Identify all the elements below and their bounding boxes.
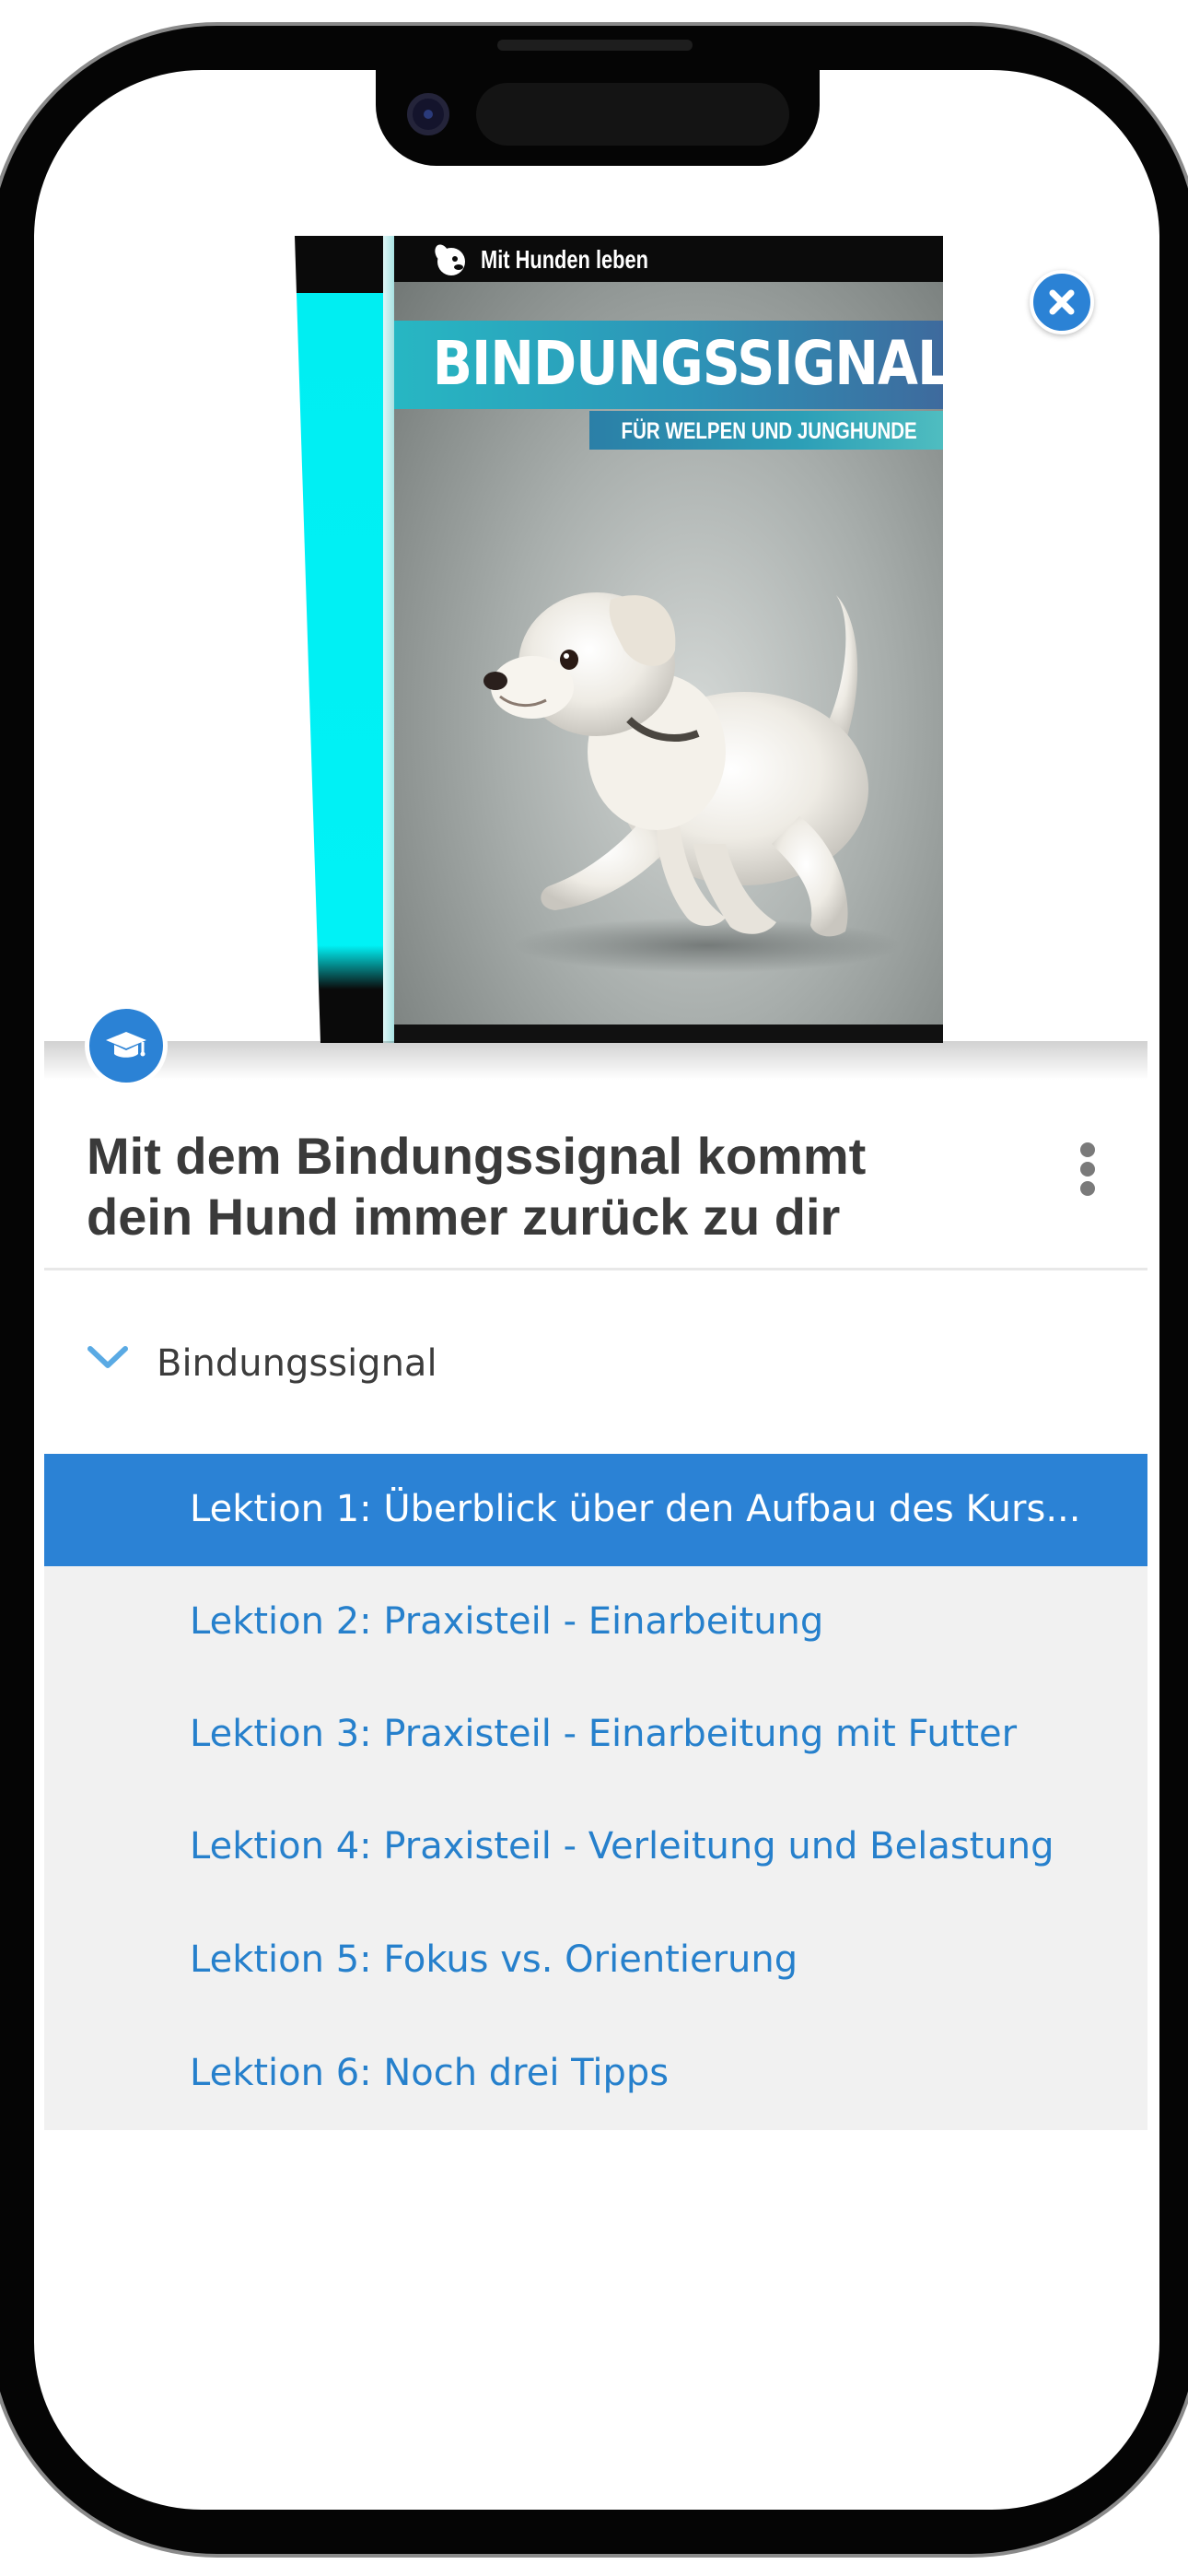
course-title: Mit dem Bindungssignal kommt dein Hund i… (87, 1126, 1007, 1247)
course-title-line-1: Mit dem Bindungssignal kommt (87, 1127, 867, 1185)
more-options-button[interactable] (1068, 1137, 1107, 1201)
close-icon (1049, 289, 1075, 315)
cover-bottom-edge (394, 1025, 943, 1043)
puppy-illustration (483, 592, 901, 973)
lesson-item-6[interactable]: Lektion 6: Noch drei Tipps (44, 2018, 1147, 2130)
lesson-list: Lektion 1: Überblick über den Aufbau des… (44, 1454, 1147, 2130)
more-dot-icon (1080, 1181, 1095, 1196)
more-dot-icon (1080, 1162, 1095, 1177)
close-button[interactable] (1030, 270, 1094, 334)
front-camera-icon (407, 93, 449, 135)
lesson-item-2[interactable]: Lektion 2: Praxisteil - Einarbeitung (44, 1566, 1147, 1679)
dynamic-island (476, 83, 789, 146)
graduation-cap-icon (106, 1032, 146, 1058)
chevron-down-icon (87, 1346, 128, 1368)
title-divider (44, 1268, 1147, 1270)
screen: Mit Hunden leben BINDUNGSSIGNAL FÜR WELP… (34, 70, 1159, 2510)
lesson-label: Lektion 4: Praxisteil - Verleitung und B… (190, 1825, 1054, 1868)
course-badge (85, 1004, 168, 1087)
lesson-item-3[interactable]: Lektion 3: Praxisteil - Einarbeitung mit… (44, 1679, 1147, 1791)
course-cover-image: Mit Hunden leben BINDUNGSSIGNAL FÜR WELP… (295, 236, 943, 1043)
lesson-label: Lektion 5: Fokus vs. Orientierung (190, 1938, 798, 1981)
lesson-label: Lektion 3: Praxisteil - Einarbeitung mit… (190, 1713, 1018, 1755)
lesson-label: Lektion 1: Überblick über den Aufbau des… (190, 1488, 1081, 1530)
cover-box-front: Mit Hunden leben BINDUNGSSIGNAL FÜR WELP… (394, 236, 943, 1043)
speaker-grille (497, 40, 693, 51)
cover-title: BINDUNGSSIGNAL (432, 328, 943, 399)
section-toggle[interactable]: Bindungssignal (44, 1308, 1147, 1419)
course-page: Mit Hunden leben BINDUNGSSIGNAL FÜR WELP… (34, 70, 1159, 2510)
cover-subtitle: FÜR WELPEN UND JUNGHUNDE (621, 418, 917, 444)
cover-box-side (295, 236, 390, 1043)
lesson-item-1[interactable]: Lektion 1: Überblick über den Aufbau des… (44, 1454, 1147, 1566)
lesson-item-4[interactable]: Lektion 4: Praxisteil - Verleitung und B… (44, 1791, 1147, 1903)
dog-head-logo-icon (435, 244, 465, 275)
course-title-line-2: dein Hund immer zurück zu dir (87, 1188, 841, 1246)
lesson-label: Lektion 2: Praxisteil - Einarbeitung (190, 1600, 824, 1643)
section-label: Bindungssignal (157, 1342, 437, 1385)
cover-brand-text: Mit Hunden leben (481, 245, 648, 274)
lesson-label: Lektion 6: Noch drei Tipps (190, 2052, 670, 2094)
lesson-item-5[interactable]: Lektion 5: Fokus vs. Orientierung (44, 1904, 1147, 2017)
more-dot-icon (1080, 1142, 1095, 1157)
cover-topbar (394, 236, 943, 282)
cover-shadow (44, 1041, 1147, 1080)
